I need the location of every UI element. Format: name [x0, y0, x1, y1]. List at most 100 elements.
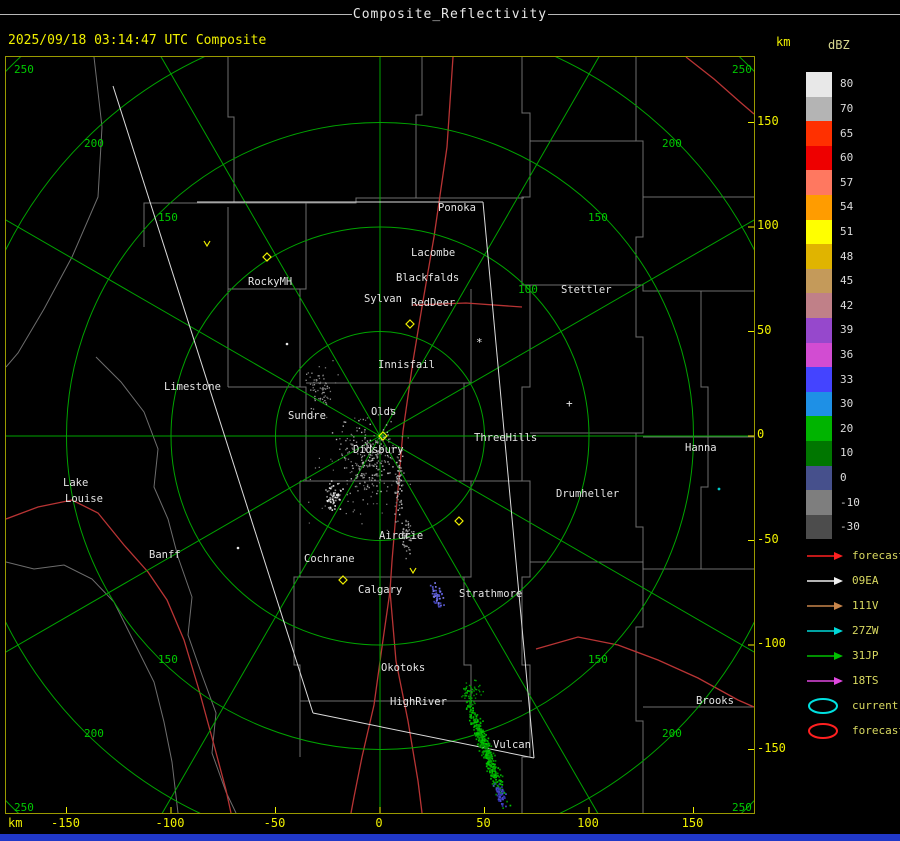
- range-ring-label: 200: [662, 727, 682, 740]
- chevron-marker-icon: [409, 567, 417, 575]
- ellipse-icon: [808, 722, 838, 739]
- right-axis-label: -100: [757, 636, 786, 650]
- radar-site-diamond-icon: [405, 319, 415, 329]
- city-label-vulcan: Vulcan: [493, 739, 531, 751]
- range-ring-label: 150: [588, 211, 608, 224]
- bottom-axis-label: -50: [263, 816, 286, 830]
- scale-swatch-0: [806, 465, 832, 491]
- scale-value: 57: [840, 175, 854, 189]
- scale-swatch-65: [806, 121, 832, 146]
- arrow-icon: [807, 651, 843, 660]
- legend-ellipse-forecast: forecast: [806, 718, 900, 743]
- radar-site-diamond-icon: [454, 516, 464, 526]
- scale-value: 36: [840, 347, 854, 361]
- scale-value: 65: [840, 126, 854, 140]
- legend-arrow-09EA: 09EA: [806, 568, 879, 593]
- arrow-icon: [807, 676, 843, 685]
- legend-label: forecast: [852, 724, 900, 737]
- scale-value: 0: [840, 470, 847, 484]
- legend-label: 27ZW: [852, 624, 879, 637]
- city-label-sundre: Sundre: [288, 410, 326, 422]
- city-label-limestone: Limestone: [164, 381, 221, 393]
- bottom-axis-label: -150: [51, 816, 80, 830]
- scale-value: 30: [840, 397, 854, 411]
- scale-value: 80: [840, 77, 854, 91]
- city-label-innisfail: Innisfail: [378, 359, 435, 371]
- right-axis-label: 50: [757, 322, 772, 337]
- range-ring-label: 250: [14, 801, 34, 813]
- city-label-threehills: ThreeHills: [474, 432, 537, 444]
- radar-map[interactable]: 250 200 150 250 200 150 100 250 200 150 250 200 150 *…: [5, 56, 755, 814]
- status-bar-strip: [0, 834, 900, 841]
- range-ring-label: 200: [84, 727, 104, 740]
- bottom-axis-label: 50: [476, 816, 491, 830]
- scale-swatch-60: [806, 145, 832, 171]
- legend-arrow-27ZW: 27ZW: [806, 618, 879, 643]
- city-label-lacombe: Lacombe: [411, 247, 455, 259]
- scale-value: 39: [840, 323, 854, 337]
- scale-value: 10: [840, 446, 854, 460]
- arrow-icon: [807, 576, 843, 585]
- city-label-louise: Louise: [65, 493, 103, 505]
- scale-value: -10: [840, 495, 860, 509]
- city-label-brooks: Brooks: [696, 695, 734, 707]
- range-ring-label: 100: [518, 283, 538, 296]
- legend-label: 18TS: [852, 674, 879, 687]
- arrow-icon: [807, 551, 843, 560]
- range-ring-label: 150: [588, 653, 608, 666]
- legend-label: current: [852, 699, 899, 712]
- right-axis-label: 150: [757, 113, 779, 128]
- range-ring-label: 150: [158, 211, 178, 224]
- city-label-didsbury: Didsbury: [353, 444, 404, 456]
- scale-value: 42: [840, 298, 854, 312]
- scale-swatch--10: [806, 490, 832, 515]
- scale-swatch-51: [806, 219, 832, 245]
- city-label-stettler: Stettler: [561, 284, 612, 296]
- radar-map-canvas[interactable]: 250 200 150 250 200 150 100 250 200 150 250 200 150 *…: [6, 57, 754, 813]
- scale-swatch-36: [806, 342, 832, 368]
- range-ring-label: 200: [84, 137, 104, 150]
- scale-value: 48: [840, 249, 854, 263]
- legend-arrow-forecast: forecast: [806, 543, 900, 568]
- bottom-axis-label: 100: [577, 816, 599, 830]
- right-axis-label: 0: [757, 427, 765, 441]
- city-label-ponoka: Ponoka: [438, 202, 476, 214]
- scale-swatch-48: [806, 244, 832, 269]
- window-titlebar: Composite_Reflectivity: [0, 0, 900, 28]
- scale-swatch-45: [806, 268, 832, 294]
- legend-label: 09EA: [852, 574, 879, 587]
- scale-value: -30: [840, 520, 860, 534]
- bottom-axis-label: 0: [375, 816, 383, 830]
- scale-swatch--30: [806, 514, 832, 540]
- map-glyph-marker: *: [476, 336, 483, 349]
- scale-value: 45: [840, 274, 854, 288]
- scale-value: 54: [840, 200, 854, 214]
- scale-swatch-57: [806, 170, 832, 195]
- scale-swatch-30: [806, 391, 832, 417]
- right-axis-label: 100: [757, 218, 779, 232]
- scale-swatch-33: [806, 367, 832, 392]
- city-label-okotoks: Okotoks: [381, 662, 425, 674]
- city-label-rockymh: RockyMH: [248, 276, 292, 288]
- scale-swatch-10: [806, 441, 832, 466]
- city-label-calgary: Calgary: [358, 584, 402, 596]
- right-axis-label: -50: [757, 531, 779, 546]
- scale-value: 51: [840, 224, 854, 238]
- ellipse-icon: [808, 697, 838, 714]
- scale-swatch-70: [806, 96, 832, 122]
- city-label-strathmore: Strathmore: [459, 588, 522, 600]
- scale-value: 60: [840, 151, 854, 165]
- range-ring-label: 200: [662, 137, 682, 150]
- city-label-sylvan: Sylvan: [364, 293, 402, 305]
- city-label-lake: Lake: [63, 477, 88, 489]
- range-ring-label: 250: [732, 63, 752, 76]
- legend-arrow-18TS: 18TS: [806, 668, 879, 693]
- scale-swatch-20: [806, 416, 832, 441]
- scale-swatch-39: [806, 318, 832, 343]
- legend-label: 111V: [852, 599, 879, 612]
- city-label-olds: Olds: [371, 406, 396, 418]
- scale-swatch-80: [806, 72, 832, 97]
- range-ring-label: 250: [14, 63, 34, 76]
- window-title: Composite_Reflectivity: [352, 7, 548, 22]
- scale-value: 20: [840, 421, 854, 435]
